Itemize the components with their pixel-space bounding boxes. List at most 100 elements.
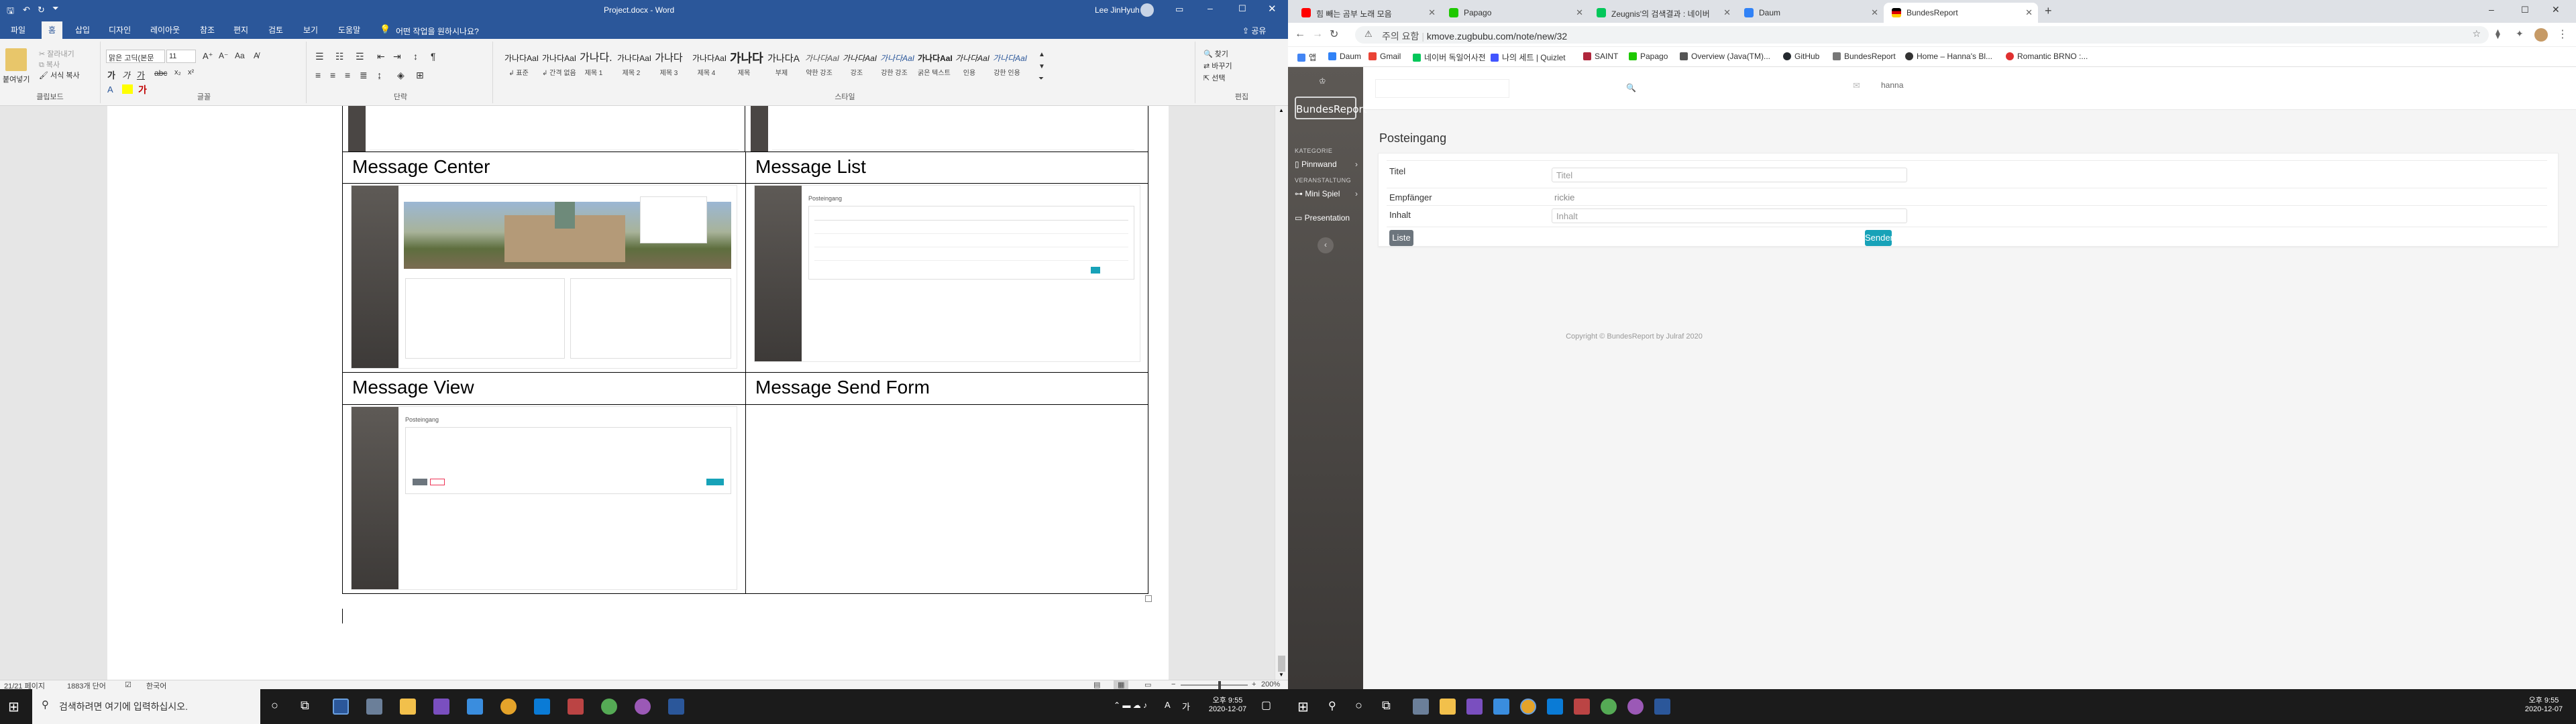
copy-button[interactable]: ⧉ 복사: [39, 59, 60, 70]
notification-icon[interactable]: ▢: [1261, 699, 1271, 712]
zoom-slider-thumb[interactable]: [1218, 681, 1221, 689]
korean-ime-icon[interactable]: 가: [1182, 700, 1190, 713]
style-item[interactable]: 가나다A 부제: [767, 50, 800, 83]
close-icon[interactable]: ✕: [2025, 7, 2033, 18]
bookmark[interactable]: Home – Hanna's Bl...: [1905, 52, 1992, 61]
address-bar[interactable]: ⚠ 주의 요함 | kmove.zugbubu.com/note/new/32 …: [1355, 26, 2489, 44]
superscript-icon[interactable]: x²: [188, 68, 194, 76]
style-item[interactable]: 가나다. 제목 1: [580, 50, 612, 83]
windows-start-icon[interactable]: ⊞: [8, 699, 19, 715]
tell-me-box[interactable]: 어떤 작업을 원하시나요?: [396, 25, 479, 37]
close-icon[interactable]: ✕: [1428, 7, 1436, 18]
close-icon[interactable]: ✕: [1723, 7, 1731, 18]
close-icon[interactable]: ✕: [1268, 3, 1277, 15]
bullets-icon[interactable]: ☰: [315, 51, 324, 62]
reload-icon[interactable]: ↻: [1330, 27, 1338, 41]
zoom-slider[interactable]: [1181, 681, 1248, 689]
word-taskbar-icon[interactable]: [333, 699, 349, 715]
search-icon[interactable]: 🔍: [1626, 83, 1636, 93]
task-view-icon[interactable]: ⧉: [301, 699, 309, 713]
print-layout-icon[interactable]: ▦: [1114, 680, 1129, 689]
strikethrough-icon[interactable]: abc: [154, 68, 167, 78]
proofing-icon[interactable]: ☑: [125, 680, 131, 689]
app-taskbar-icon[interactable]: [1493, 699, 1509, 715]
style-item[interactable]: 가나다AaI ↲ 간격 없음: [542, 50, 576, 83]
list-button[interactable]: Liste: [1389, 230, 1413, 246]
task-view-icon[interactable]: ⧉: [1382, 699, 1391, 713]
table-resize-handle[interactable]: [1145, 595, 1152, 602]
style-item[interactable]: 가나다 제목 3: [655, 50, 683, 83]
word-count[interactable]: 1883개 단어: [67, 680, 106, 689]
sidebar-item-mini-spiel[interactable]: ⊶ Mini Spiel ›: [1295, 189, 1358, 198]
line-spacing-icon[interactable]: ↨: [377, 70, 382, 80]
scroll-up-icon[interactable]: ▲: [1279, 107, 1284, 113]
app-taskbar-icon[interactable]: [601, 699, 617, 715]
title-input[interactable]: Titel: [1552, 168, 1907, 182]
paste-button[interactable]: 붙여넣기: [3, 74, 30, 84]
search-input[interactable]: 🔍: [1375, 79, 1636, 98]
font-size-select[interactable]: 11: [166, 50, 196, 63]
align-right-icon[interactable]: ≡: [345, 70, 350, 80]
file-explorer-icon[interactable]: [1440, 699, 1456, 715]
format-painter-button[interactable]: 🖌 서식 복사: [39, 70, 80, 80]
windows-start-icon[interactable]: ⊞: [1297, 699, 1309, 715]
file-explorer-icon[interactable]: [400, 699, 416, 715]
tray-icons[interactable]: ⌃ ▬ ☁ ♪: [1114, 701, 1147, 710]
new-tab-button[interactable]: +: [2045, 4, 2052, 18]
app-taskbar-icon[interactable]: [366, 699, 382, 715]
page-count[interactable]: 21/21 페이지: [4, 680, 45, 689]
bookmark[interactable]: 나의 세트 | Quizlet: [1491, 52, 1566, 63]
tab-home[interactable]: 홈: [42, 21, 63, 39]
tab-references[interactable]: 참조: [200, 24, 215, 36]
cortana-icon[interactable]: ○: [1355, 699, 1362, 713]
back-icon[interactable]: ←: [1295, 28, 1305, 40]
sidebar-item-pinnwand[interactable]: ▯ Pinnwand ›: [1295, 160, 1358, 169]
show-marks-icon[interactable]: ¶: [431, 51, 436, 62]
sidebar-item-presentation[interactable]: ▭ Presentation: [1295, 213, 1358, 223]
scroll-thumb[interactable]: [1278, 656, 1285, 672]
browser-tab[interactable]: Daum ✕: [1736, 3, 1884, 23]
document-page[interactable]: Message Center Message List Posteingang …: [107, 106, 1169, 680]
style-item[interactable]: 가나다AaI 제목 4: [692, 50, 727, 83]
font-name-select[interactable]: 맑은 고딕(본문: [106, 50, 165, 63]
justify-icon[interactable]: ≣: [360, 70, 368, 81]
mail-icon[interactable]: ✉: [1853, 80, 1860, 91]
zoom-in-icon[interactable]: +: [1252, 680, 1256, 688]
content-input[interactable]: Inhalt: [1552, 208, 1907, 223]
visual-studio-icon[interactable]: [433, 699, 449, 715]
style-item[interactable]: 가나다AaI 강조: [843, 50, 877, 83]
sidebar-toggle-button[interactable]: ‹: [1318, 237, 1334, 253]
browser-tab[interactable]: Zeugnis'의 검색결과 : 네이버 ✕: [1589, 3, 1736, 23]
taskbar-search[interactable]: ⚲ 검색하려면 여기에 입력하십시오.: [32, 689, 260, 724]
chrome-taskbar-icon[interactable]: [500, 699, 517, 715]
maximize-icon[interactable]: ☐: [1238, 3, 1246, 14]
app-taskbar-icon[interactable]: [568, 699, 584, 715]
search-icon[interactable]: ⚲: [1328, 699, 1336, 713]
borders-icon[interactable]: ⊞: [416, 70, 424, 81]
decrease-indent-icon[interactable]: ⇤: [377, 51, 385, 62]
bookmark[interactable]: GitHub: [1783, 52, 1819, 61]
menu-icon[interactable]: ⋮: [2557, 27, 2568, 41]
bookmark[interactable]: Papago: [1629, 52, 1668, 61]
find-button[interactable]: 🔍 찾기: [1203, 48, 1228, 59]
close-icon[interactable]: ✕: [1871, 7, 1878, 18]
sort-icon[interactable]: ↕: [413, 51, 418, 62]
app-taskbar-icon[interactable]: [1413, 699, 1429, 715]
numbering-icon[interactable]: ☷: [335, 51, 344, 62]
style-item[interactable]: 가나다AaI ↲ 표준: [504, 50, 539, 83]
styles-scroll-up-icon[interactable]: ▲: [1038, 51, 1045, 58]
app-taskbar-icon[interactable]: [1574, 699, 1590, 715]
redo-icon[interactable]: ↻: [38, 5, 45, 15]
web-layout-icon[interactable]: ▭: [1144, 680, 1151, 689]
app-taskbar-icon[interactable]: [467, 699, 483, 715]
save-icon[interactable]: 🖫: [7, 5, 14, 19]
avatar[interactable]: [1140, 3, 1154, 17]
bold-icon[interactable]: 가: [107, 68, 115, 81]
puzzle-icon[interactable]: ✦: [2516, 28, 2524, 40]
share-button[interactable]: ⇪ 공유: [1242, 25, 1266, 36]
browser-tab-active[interactable]: BundesReport ✕: [1884, 3, 2038, 23]
cortana-icon[interactable]: ○: [271, 699, 278, 713]
clock[interactable]: 오후 9:55 2020-12-07: [1202, 695, 1253, 713]
ime-indicator[interactable]: A: [1165, 700, 1171, 710]
vertical-scrollbar[interactable]: ▲ ▼: [1275, 106, 1288, 680]
